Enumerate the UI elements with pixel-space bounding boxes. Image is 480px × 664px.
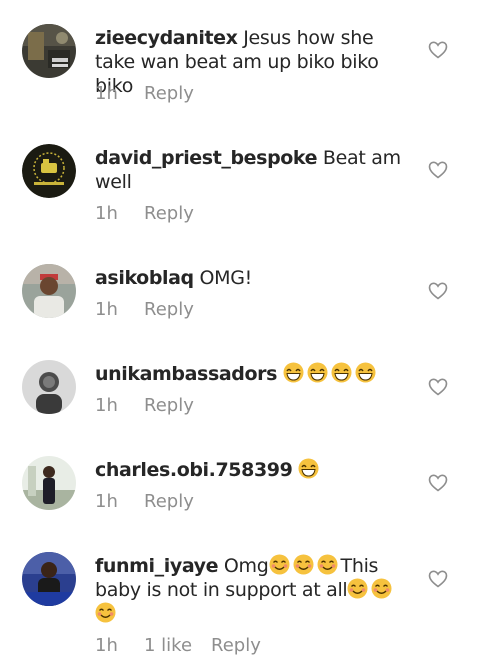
heart-icon[interactable] xyxy=(428,161,448,179)
comment-time: 1h xyxy=(95,203,118,224)
smiling-face-emoji xyxy=(269,554,290,575)
comment-username[interactable]: charles.obi.758399 xyxy=(95,459,293,481)
comment-body: Omg xyxy=(223,555,269,577)
comment-time: 1h xyxy=(95,491,118,512)
comment-time: 1h xyxy=(95,635,118,656)
avatar[interactable] xyxy=(22,24,76,78)
smiling-face-emoji xyxy=(371,578,392,599)
comment-text: unikambassadors xyxy=(95,362,413,386)
comment-username[interactable]: funmi_iyaye xyxy=(95,555,219,577)
reply-button[interactable]: Reply xyxy=(144,82,194,106)
comment-username[interactable]: unikambassadors xyxy=(95,363,277,385)
comment-time: 1h xyxy=(95,395,118,416)
smiling-face-emoji xyxy=(293,554,314,575)
avatar[interactable] xyxy=(22,360,76,414)
comment-username[interactable]: david_priest_bespoke xyxy=(95,147,318,169)
comment-meta: 1h 1 like Reply xyxy=(95,634,261,658)
reply-button[interactable]: Reply xyxy=(144,202,194,226)
avatar[interactable] xyxy=(22,264,76,318)
avatar[interactable] xyxy=(22,144,76,198)
heart-icon[interactable] xyxy=(428,570,448,588)
comment-meta: 1h Reply xyxy=(95,490,194,514)
reply-button[interactable]: Reply xyxy=(144,298,194,322)
heart-icon[interactable] xyxy=(428,41,448,59)
grinning-face-emoji xyxy=(283,362,304,383)
grinning-face-emoji xyxy=(298,458,319,479)
grinning-face-emoji xyxy=(307,362,328,383)
like-count[interactable]: 1 like xyxy=(144,634,211,658)
comment-username[interactable]: asikoblaq xyxy=(95,267,194,289)
comment-text: david_priest_bespoke Beat am well xyxy=(95,146,413,194)
grinning-face-emoji xyxy=(331,362,352,383)
avatar[interactable] xyxy=(22,456,76,510)
comment-meta: 1h Reply xyxy=(95,202,194,226)
reply-button[interactable]: Reply xyxy=(144,490,194,514)
reply-button[interactable]: Reply xyxy=(144,394,194,418)
smiling-face-emoji xyxy=(95,602,116,623)
heart-icon[interactable] xyxy=(428,378,448,396)
avatar[interactable] xyxy=(22,552,76,606)
comment-meta: 1h Reply xyxy=(95,82,194,106)
smiling-face-emoji xyxy=(347,578,368,599)
comment-text: asikoblaq OMG! xyxy=(95,266,413,290)
comment-body: OMG! xyxy=(199,267,253,289)
comment-text: funmi_iyaye Omg This baby is not in suppo… xyxy=(95,554,413,626)
heart-icon[interactable] xyxy=(428,282,448,300)
comment-time: 1h xyxy=(95,299,118,320)
reply-button[interactable]: Reply xyxy=(211,634,261,658)
comment-time: 1h xyxy=(95,83,118,104)
comment-meta: 1h Reply xyxy=(95,394,194,418)
grinning-face-emoji xyxy=(355,362,376,383)
heart-icon[interactable] xyxy=(428,474,448,492)
comment-text: charles.obi.758399 xyxy=(95,458,413,482)
comment-username[interactable]: zieecydanitex xyxy=(95,27,238,49)
comment-meta: 1h Reply xyxy=(95,298,194,322)
smiling-face-emoji xyxy=(317,554,338,575)
